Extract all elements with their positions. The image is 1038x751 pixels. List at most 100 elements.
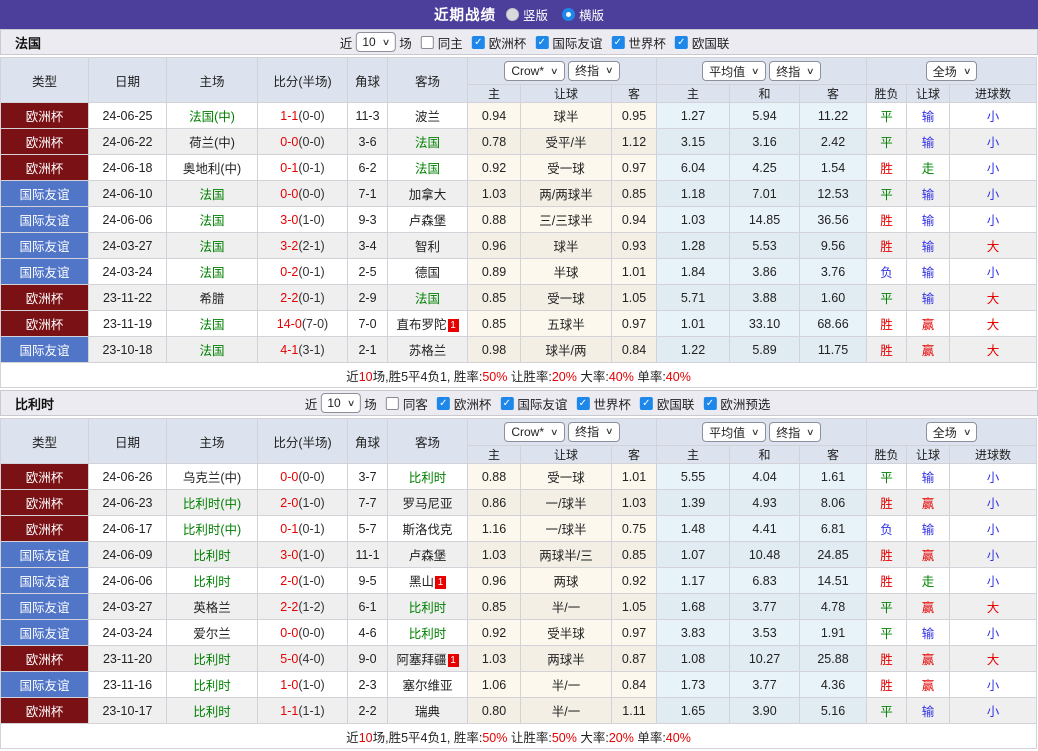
corners-cell: 3-4: [347, 232, 388, 259]
final-index-select[interactable]: 终指 ∨: [568, 421, 620, 442]
league-checkbox[interactable]: ✓: [639, 396, 653, 410]
avg-home-cell: 1.27: [656, 102, 730, 129]
corners-cell: 6-2: [347, 154, 388, 181]
avg-away-cell: 8.06: [798, 489, 868, 516]
sub-column-header: 客: [798, 84, 868, 103]
sub-column-header: 客: [798, 445, 868, 464]
final-index-select-2[interactable]: 终指 ∨: [769, 422, 821, 442]
odds-away-cell: 1.11: [611, 697, 657, 724]
result-goals-cell: 小: [949, 697, 1038, 724]
league-cell: 国际友谊: [0, 258, 89, 285]
avg-away-cell: 68.66: [798, 310, 868, 337]
sub-column-header: 主: [467, 445, 521, 464]
result-handicap-cell: 走: [906, 154, 951, 181]
average-select[interactable]: 平均值 ∨: [702, 61, 766, 81]
result-goals-cell: 大: [949, 310, 1038, 337]
radio-off-icon[interactable]: [505, 8, 519, 21]
result-handicap-cell: 输: [906, 463, 951, 490]
chevron-down-icon: ∨: [605, 426, 614, 437]
league-checkbox[interactable]: ✓: [471, 35, 485, 49]
team-text: 比利时(中): [182, 497, 242, 511]
date-cell: 24-06-25: [88, 102, 167, 129]
league-checkbox[interactable]: ✓: [436, 396, 450, 410]
avg-home-cell: 5.71: [656, 284, 730, 311]
corners-cell: 3-6: [347, 128, 388, 155]
near-count-select[interactable]: 10 ∨: [320, 393, 362, 413]
result-wdl-cell: 负: [866, 258, 908, 285]
odds-home-cell: 0.96: [467, 232, 521, 259]
date-cell: 24-06-06: [88, 567, 167, 594]
result-wdl-cell: 平: [866, 102, 908, 129]
date-cell: 24-06-06: [88, 206, 167, 233]
final-index-select[interactable]: 终指 ∨: [568, 60, 620, 81]
average-select[interactable]: 平均值 ∨: [702, 422, 766, 442]
team-text: 罗马尼亚: [402, 497, 453, 511]
corners-cell: 2-2: [347, 697, 388, 724]
result-goals-cell: 小: [949, 619, 1038, 646]
team-text: 黑山: [408, 575, 434, 589]
league-cell: 欧洲杯: [0, 463, 89, 490]
avg-draw-cell: 3.77: [729, 671, 800, 698]
league-checkbox[interactable]: ✓: [674, 35, 688, 49]
away-team-cell: 直布罗陀 1: [387, 310, 468, 337]
home-team-cell: 希腊: [166, 284, 258, 311]
avg-home-cell: 1.68: [656, 593, 730, 620]
radio-vertical-layout[interactable]: 竖版: [505, 5, 548, 24]
result-wdl-cell: 平: [866, 180, 908, 207]
column-header: 主场: [166, 418, 258, 464]
crow-select[interactable]: Crow* ∨: [504, 61, 565, 82]
league-checkbox[interactable]: ✓: [611, 35, 625, 49]
radio-on-icon[interactable]: [562, 8, 575, 21]
crow-select[interactable]: Crow* ∨: [504, 422, 565, 443]
radio-horizontal-layout[interactable]: 横版: [562, 5, 604, 24]
score-cell: 1-1(0-0): [257, 102, 348, 129]
avg-away-cell: 6.81: [798, 515, 868, 542]
same-side-checkbox[interactable]: [385, 396, 399, 410]
sub-column-header: 胜负: [866, 445, 908, 464]
result-handicap-cell: 输: [906, 619, 951, 646]
full-match-select[interactable]: 全场 ∨: [925, 422, 978, 442]
league-cell: 国际友谊: [0, 593, 89, 620]
date-cell: 24-03-24: [88, 258, 167, 285]
league-cell: 国际友谊: [0, 619, 89, 646]
handicap-line-cell: 半/一: [520, 593, 612, 620]
full-match-select[interactable]: 全场 ∨: [925, 61, 978, 81]
league-checkbox[interactable]: ✓: [703, 396, 717, 410]
league-checkbox[interactable]: ✓: [576, 396, 590, 410]
avg-draw-cell: 5.89: [729, 336, 800, 363]
handicap-line-cell: 两球: [520, 567, 612, 594]
near-count-select[interactable]: 10 ∨: [355, 32, 397, 52]
league-checkbox[interactable]: ✓: [500, 396, 514, 410]
odds-away-cell: 0.97: [611, 310, 657, 337]
corners-cell: 9-0: [347, 645, 388, 672]
final-index-select-2-value: 终指: [776, 425, 801, 440]
results-table: 类型 日期 主场 比分(半场) 角球 客场 Crow* ∨ 终指 ∨ 平均值 ∨ 终指 ∨ 全场 ∨ 主让球…: [0, 418, 1038, 749]
avg-away-cell: 3.76: [798, 258, 868, 285]
near-count-select-value: 10: [327, 396, 341, 410]
league-cell: 欧洲杯: [0, 645, 89, 672]
match-row: 国际友谊 24-06-06 法国 3-0(1-0) 9-3 卢森堡 0.88 三/三球半 0.9…: [0, 206, 1038, 233]
handicap-line-cell: 一/球半: [520, 489, 612, 516]
score-cell: 0-0(0-0): [257, 180, 348, 207]
odds-away-cell: 0.97: [611, 154, 657, 181]
chevron-down-icon: ∨: [806, 65, 815, 76]
final-index-select-2[interactable]: 终指 ∨: [769, 61, 821, 81]
home-team-cell: 奥地利(中): [166, 154, 258, 181]
same-side-checkbox[interactable]: [420, 35, 434, 49]
result-handicap-cell: 输: [906, 697, 951, 724]
result-goals-cell: 大: [949, 645, 1038, 672]
result-goals-cell: 小: [949, 102, 1038, 129]
date-cell: 23-11-20: [88, 645, 167, 672]
league-label: 世界杯: [593, 397, 631, 412]
handicap-line-cell: 受半球: [520, 619, 612, 646]
avg-draw-cell: 7.01: [729, 180, 800, 207]
home-team-cell: 法国: [166, 310, 258, 337]
avg-home-cell: 1.03: [656, 206, 730, 233]
odds-away-cell: 1.12: [611, 128, 657, 155]
odds-away-cell: 0.87: [611, 645, 657, 672]
full-match-header: 全场 ∨: [866, 418, 1038, 446]
league-checkbox[interactable]: ✓: [535, 35, 549, 49]
score-cell: 1-0(1-0): [257, 671, 348, 698]
result-goals-cell: 小: [949, 489, 1038, 516]
avg-away-cell: 4.78: [798, 593, 868, 620]
